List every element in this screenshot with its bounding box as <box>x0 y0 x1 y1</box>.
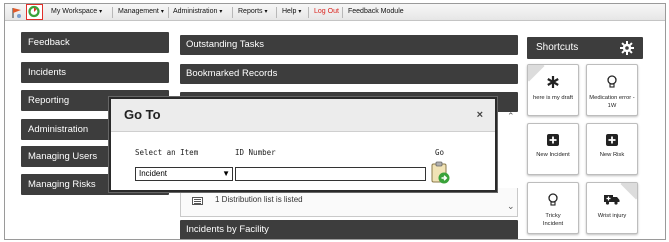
shortcuts-title: Shortcuts <box>536 42 579 53</box>
distribution-text: 1 Distribution list is listed <box>215 195 303 204</box>
scroll-down-icon[interactable]: ⌄ <box>507 201 515 212</box>
chevron-down-icon: ▾ <box>99 9 103 15</box>
shortcut-tile-tricky-incident[interactable]: Tricky Incident <box>527 182 579 234</box>
gear-icon[interactable] <box>620 41 634 55</box>
divider <box>168 7 169 18</box>
tile-label: Wrist injury <box>597 213 627 219</box>
plus-square-icon <box>528 134 578 148</box>
menu-help[interactable]: Help ▾ <box>282 4 301 21</box>
menu-reports[interactable]: Reports ▾ <box>238 4 268 21</box>
dialog-header: Go To × <box>111 99 495 132</box>
panel-scrollbar[interactable]: ⌃ ⌄ <box>505 111 517 215</box>
id-number-label: ID Number <box>235 148 276 157</box>
tile-label: here is my draft <box>533 95 573 101</box>
panel-incidents-by-facility[interactable]: Incidents by Facility <box>180 220 518 239</box>
app-window: My Workspace ▾ Management ▾ Administration… <box>4 3 666 240</box>
shortcut-tile-wrist-injury[interactable]: Wrist injury <box>586 182 638 234</box>
panel-bookmarked-records[interactable]: Bookmarked Records <box>180 64 518 84</box>
item-type-select[interactable]: Incident ▼ <box>135 167 233 181</box>
shortcut-tile-medication-error[interactable]: Medication error - 1W <box>586 64 638 116</box>
divider <box>308 7 309 18</box>
asterisk-icon <box>528 75 578 89</box>
nav-incidents[interactable]: Incidents <box>21 62 169 83</box>
tile-label: Medication error - 1W <box>589 95 635 109</box>
go-button[interactable] <box>431 161 451 185</box>
scroll-up-icon[interactable]: ⌃ <box>507 111 515 122</box>
shortcut-tile-new-risk[interactable]: New Risk <box>586 123 638 175</box>
shortcut-tile-new-incident[interactable]: New Incident <box>527 123 579 175</box>
go-label: Go <box>435 148 445 157</box>
dialog-title: Go To <box>124 107 161 122</box>
panel-outstanding-tasks[interactable]: Outstanding Tasks <box>180 35 518 55</box>
list-icon <box>192 197 203 205</box>
clipboard-go-icon <box>431 161 450 184</box>
menu-bar: My Workspace ▾ Management ▾ Administration… <box>5 4 665 21</box>
tile-label: Tricky Incident <box>542 213 564 227</box>
divider <box>112 7 113 18</box>
chevron-down-icon: ▾ <box>264 9 268 15</box>
select-value: Incident <box>139 169 168 178</box>
menu-administration[interactable]: Administration ▾ <box>173 4 222 21</box>
lightbulb-icon <box>528 193 578 207</box>
select-item-label: Select an Item <box>135 148 199 157</box>
divider <box>342 7 343 18</box>
logout-link[interactable]: Log Out <box>314 4 339 21</box>
goto-dialog: Go To × Select an Item ID Number Go Inci… <box>109 97 497 192</box>
distribution-list-panel: 1 Distribution list is listed <box>180 188 518 217</box>
chevron-down-icon: ▼ <box>222 169 230 178</box>
shortcut-tile-here-is-my-draft[interactable]: here is my draft <box>527 64 579 116</box>
close-icon[interactable]: × <box>477 109 483 121</box>
plus-square-icon <box>587 134 637 148</box>
divider <box>232 7 233 18</box>
home-icon[interactable] <box>26 4 43 20</box>
tile-label: New Risk <box>599 152 625 158</box>
chevron-down-icon: ▾ <box>298 9 302 15</box>
nav-feedback[interactable]: Feedback <box>21 32 169 53</box>
shortcuts-header: Shortcuts <box>527 37 643 59</box>
divider <box>276 7 277 18</box>
menu-management[interactable]: Management ▾ <box>118 4 164 21</box>
chevron-down-icon: ▾ <box>160 9 164 15</box>
menu-feedback-module[interactable]: Feedback Module <box>348 4 404 21</box>
chevron-down-icon: ▾ <box>219 9 223 15</box>
menu-my-workspace[interactable]: My Workspace ▾ <box>51 4 102 21</box>
id-number-input[interactable] <box>235 167 426 181</box>
ambulance-icon <box>587 193 637 207</box>
flag-icon[interactable] <box>10 6 23 19</box>
lightbulb-icon <box>587 75 637 89</box>
tile-label: New Incident <box>536 152 570 158</box>
